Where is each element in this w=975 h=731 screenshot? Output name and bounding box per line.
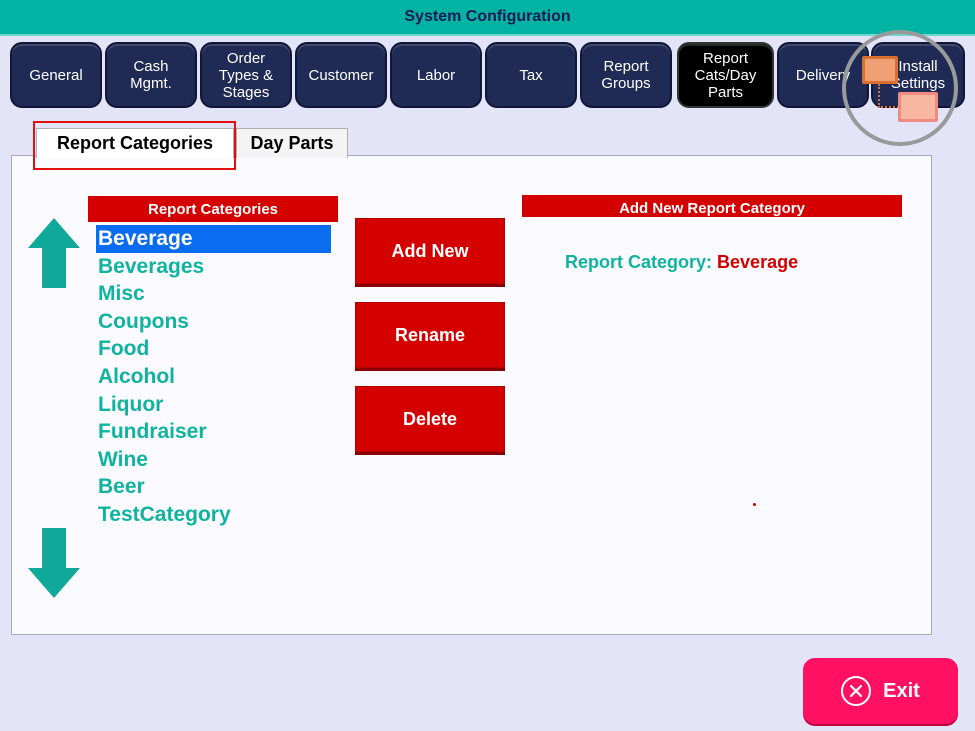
tab-labor[interactable]: Labor [390, 42, 482, 108]
add-new-button[interactable]: Add New [355, 218, 505, 284]
list-item[interactable]: Beverage [96, 225, 331, 253]
stray-dot [753, 503, 756, 506]
tab-general[interactable]: General [10, 42, 102, 108]
list-item[interactable]: Beer [96, 473, 331, 501]
tab-cash-mgmt[interactable]: Cash Mgmt. [105, 42, 197, 108]
list-item[interactable]: Alcohol [96, 363, 331, 391]
tab-report-groups[interactable]: Report Groups [580, 42, 672, 108]
list-item[interactable]: TestCategory [96, 501, 331, 529]
list-item[interactable]: Liquor [96, 391, 331, 419]
tab-tax[interactable]: Tax [485, 42, 577, 108]
list-item[interactable]: Wine [96, 446, 331, 474]
list-item[interactable]: Food [96, 335, 331, 363]
exit-label: Exit [883, 679, 920, 702]
window-title: System Configuration [0, 0, 975, 36]
arrow-up-icon[interactable] [28, 218, 80, 288]
detail-header: Add New Report Category [522, 195, 902, 217]
list-header: Report Categories [88, 196, 338, 222]
monitor-icon [862, 56, 898, 84]
tab-customer[interactable]: Customer [295, 42, 387, 108]
report-category-field: Report Category: Beverage [565, 252, 798, 273]
tab-order-types-stages[interactable]: Order Types & Stages [200, 42, 292, 108]
monitor-icon [898, 92, 938, 122]
list-item[interactable]: Fundraiser [96, 418, 331, 446]
exit-button[interactable]: Exit [803, 658, 958, 724]
delete-button[interactable]: Delete [355, 386, 505, 452]
list-item[interactable]: Misc [96, 280, 331, 308]
close-circle-icon [841, 676, 872, 706]
rename-button[interactable]: Rename [355, 302, 505, 368]
list-item[interactable]: Coupons [96, 308, 331, 336]
subtab-day-parts[interactable]: Day Parts [236, 128, 348, 158]
list-item[interactable]: Beverages [96, 253, 331, 281]
report-category-value: Beverage [717, 252, 799, 272]
tab-highlight-box [33, 121, 236, 170]
report-category-label: Report Category: [565, 252, 713, 272]
arrow-down-icon[interactable] [28, 528, 80, 598]
report-category-list: Beverage Beverages Misc Coupons Food Alc… [96, 225, 331, 529]
tab-report-cats-day-parts[interactable]: Report Cats/Day Parts [677, 42, 774, 108]
